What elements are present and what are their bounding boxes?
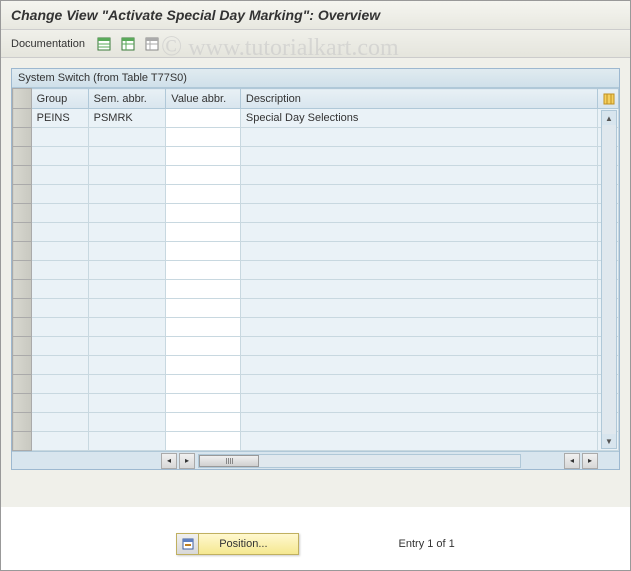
application-toolbar: Documentation <box>1 30 630 58</box>
grid-header-row: Group Sem. abbr. Value abbr. Description <box>13 89 619 109</box>
table-row-empty[interactable] <box>13 432 619 451</box>
position-button[interactable]: Position... <box>176 533 298 555</box>
scroll-first-icon[interactable]: ◂ <box>161 453 177 469</box>
column-header-sem-abbr[interactable]: Sem. abbr. <box>88 89 166 109</box>
table-row-empty[interactable] <box>13 299 619 318</box>
cell-description: Special Day Selections <box>240 109 597 128</box>
table-caption: System Switch (from Table T77S0) <box>12 69 619 88</box>
table-select-icon[interactable] <box>143 35 161 53</box>
table-row-empty[interactable] <box>13 394 619 413</box>
table-row-empty[interactable] <box>13 261 619 280</box>
vertical-scrollbar[interactable]: ▲ ▼ <box>601 110 617 449</box>
table-row-empty[interactable] <box>13 280 619 299</box>
table-row-empty[interactable] <box>13 147 619 166</box>
column-header-value-abbr[interactable]: Value abbr. <box>166 89 241 109</box>
table-row-empty[interactable] <box>13 337 619 356</box>
table-row-empty[interactable] <box>13 128 619 147</box>
configure-columns-icon[interactable] <box>598 89 619 109</box>
title-bar: Change View "Activate Special Day Markin… <box>1 1 630 30</box>
table-row-empty[interactable] <box>13 185 619 204</box>
entry-count-text: Entry 1 of 1 <box>399 538 455 550</box>
hscroll-track[interactable] <box>198 454 521 468</box>
scroll-right-icon[interactable]: ◂ <box>564 453 580 469</box>
table-row[interactable]: PEINS PSMRK Special Day Selections <box>13 109 619 128</box>
page-title: Change View "Activate Special Day Markin… <box>11 7 620 23</box>
footer-area: Position... Entry 1 of 1 <box>1 533 630 555</box>
table-container: System Switch (from Table T77S0) Group S… <box>11 68 620 470</box>
scroll-last-icon[interactable]: ▸ <box>582 453 598 469</box>
table-row-empty[interactable] <box>13 166 619 185</box>
horizontal-scrollbar: ◂ ▸ ◂ ▸ <box>12 451 619 469</box>
table-row-empty[interactable] <box>13 223 619 242</box>
table-row-empty[interactable] <box>13 318 619 337</box>
grid-body: PEINS PSMRK Special Day Selections <box>13 109 619 451</box>
table-row-empty[interactable] <box>13 413 619 432</box>
select-all-header[interactable] <box>13 89 32 109</box>
position-button-label: Position... <box>199 538 297 550</box>
table-row-empty[interactable] <box>13 356 619 375</box>
hscroll-thumb[interactable] <box>199 455 259 467</box>
table-view-icon[interactable] <box>95 35 113 53</box>
position-icon <box>177 534 199 554</box>
cell-group: PEINS <box>31 109 88 128</box>
data-grid: Group Sem. abbr. Value abbr. Description… <box>12 88 619 451</box>
column-header-description[interactable]: Description <box>240 89 597 109</box>
table-row-empty[interactable] <box>13 375 619 394</box>
content-area: System Switch (from Table T77S0) Group S… <box>1 58 630 507</box>
table-row-empty[interactable] <box>13 242 619 261</box>
cell-value-abbr[interactable] <box>166 109 241 128</box>
scroll-left-icon[interactable]: ▸ <box>179 453 195 469</box>
table-row-empty[interactable] <box>13 204 619 223</box>
row-selector[interactable] <box>13 109 32 128</box>
column-header-group[interactable]: Group <box>31 89 88 109</box>
scroll-up-icon[interactable]: ▲ <box>602 111 616 125</box>
cell-sem-abbr: PSMRK <box>88 109 166 128</box>
documentation-button[interactable]: Documentation <box>11 38 85 50</box>
table-settings-icon[interactable] <box>119 35 137 53</box>
scroll-down-icon[interactable]: ▼ <box>602 434 616 448</box>
